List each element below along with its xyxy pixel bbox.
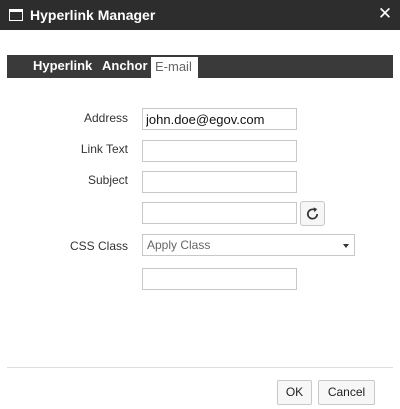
- subject-field[interactable]: [142, 171, 297, 193]
- tab-anchor[interactable]: Anchor: [102, 55, 148, 78]
- refresh-icon: [307, 207, 319, 220]
- window-icon: [9, 9, 23, 21]
- tab-hyperlink[interactable]: Hyperlink: [33, 55, 92, 78]
- class-field[interactable]: [142, 268, 297, 290]
- tab-strip: Hyperlink Anchor E-mail: [7, 55, 393, 78]
- dialog-title: Hyperlink Manager: [30, 7, 156, 23]
- address-label: Address: [83, 111, 128, 125]
- footer-divider: [7, 367, 393, 368]
- tab-email[interactable]: E-mail: [151, 57, 198, 78]
- address-field[interactable]: [142, 108, 297, 130]
- link-text-field[interactable]: [142, 140, 297, 162]
- cancel-button[interactable]: Cancel: [318, 380, 375, 405]
- title-bar: Hyperlink Manager ✕: [0, 0, 400, 30]
- subject-label: Subject: [87, 173, 128, 187]
- chevron-down-icon: [343, 244, 349, 248]
- refresh-button[interactable]: [300, 201, 325, 226]
- css-class-select[interactable]: Apply Class: [142, 234, 355, 256]
- css-class-label: CSS Class: [69, 239, 128, 253]
- extra-field[interactable]: [142, 202, 297, 224]
- link-text-label: Link Text: [80, 142, 128, 156]
- close-icon[interactable]: ✕: [375, 4, 395, 24]
- css-class-selected: Apply Class: [147, 238, 211, 252]
- ok-button[interactable]: OK: [277, 380, 312, 405]
